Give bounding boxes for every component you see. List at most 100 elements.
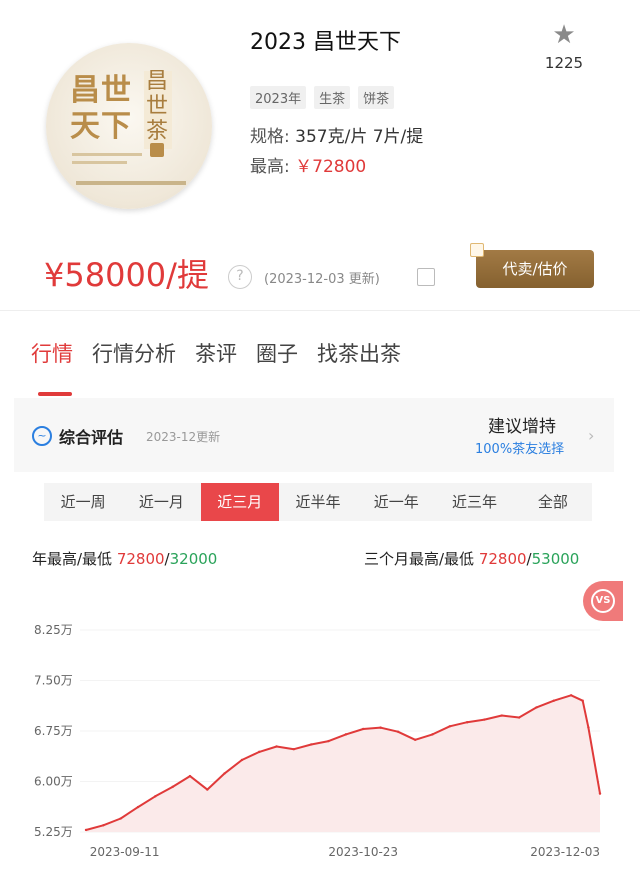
year-high-low: 年最高/最低 72800/32000 (32, 548, 217, 569)
active-tab-indicator (38, 392, 72, 396)
price-point (344, 733, 348, 736)
x-tick-label: 2023-12-03 (530, 845, 600, 859)
range-1-month[interactable]: 近一月 (122, 483, 200, 521)
trend-icon: ~ (32, 426, 52, 446)
price-point (552, 699, 555, 702)
range-all[interactable]: 全部 (514, 483, 592, 521)
price-point (517, 716, 521, 719)
y-tick-label: 6.75万 (34, 724, 73, 738)
star-icon: ★ (552, 20, 576, 50)
y-tick-label: 5.25万 (34, 825, 73, 839)
price-point (154, 795, 157, 798)
evaluation-advice-sub: 100%茶友选择 (475, 442, 565, 457)
price-point (292, 747, 296, 751)
divider (0, 310, 640, 311)
product-image-footer (76, 181, 186, 185)
price-point (310, 743, 313, 746)
price-point (448, 725, 452, 728)
tag-form: 饼茶 (358, 86, 395, 109)
current-price: ¥58000/提 (44, 256, 209, 294)
price-point (581, 699, 584, 702)
spec-label: 规格: (250, 127, 296, 147)
evaluation-label: 综合评估 (59, 428, 124, 447)
evaluation-date: 2023-12更新 (146, 430, 221, 444)
price-point (188, 774, 192, 778)
year-high: 72800 (116, 550, 165, 568)
tab-tea-review[interactable]: 茶评 (195, 338, 237, 368)
three-month-label: 三个月最高/最低 (364, 550, 479, 568)
price-point (465, 721, 469, 724)
product-title: 2023 昌世天下 (250, 30, 401, 55)
price-point (396, 730, 400, 733)
price-point (587, 726, 590, 729)
three-month-high: 72800 (478, 550, 527, 568)
tab-market[interactable]: 行情 (31, 338, 73, 368)
product-tags: 2023年 生茶 饼茶 (250, 86, 395, 109)
price-point (413, 738, 417, 741)
price-point (483, 718, 486, 721)
x-tick-label: 2023-09-11 (90, 845, 160, 859)
price-point (258, 750, 261, 754)
product-image-line (72, 153, 142, 156)
x-tick-label: 2023-10-23 (328, 845, 398, 859)
price-chart: 8.25万 7.50万 6.75万 6.00万 5.25万 2023-09-11 2023… (34, 623, 602, 859)
tab-circle[interactable]: 圈子 (256, 338, 298, 368)
price-point (362, 727, 365, 731)
product-image-side-text: 昌世茶 (146, 69, 169, 144)
max-label: 最高: (250, 157, 296, 177)
overall-evaluation-bar[interactable]: ~ 综合评估 2023-12更新 建议增持 100%茶友选择 › (14, 398, 614, 472)
favorite-button[interactable]: ★ 1225 (540, 20, 588, 72)
y-tick-label: 6.00万 (34, 775, 73, 789)
sell-appraise-label: 代卖/估价 (502, 260, 568, 278)
product-spec: 规格: 357克/片 7片/提 (250, 122, 423, 147)
spec-value: 357克/片 7片/提 (295, 127, 424, 147)
sell-appraise-button[interactable]: 代卖/估价 (470, 243, 594, 288)
price-point (535, 706, 538, 709)
price-point (431, 733, 434, 736)
product-max-price: 最高: ￥72800 (250, 152, 366, 177)
favorite-count: 1225 (544, 54, 584, 72)
price-point (379, 726, 382, 729)
y-tick-label: 7.50万 (34, 674, 73, 688)
tab-market-analysis[interactable]: 行情分析 (92, 338, 176, 368)
price-point (327, 739, 330, 743)
price-point (171, 785, 174, 789)
price-point (206, 788, 209, 791)
chevron-right-icon: › (588, 426, 595, 445)
tab-find-tea[interactable]: 找茶出茶 (317, 338, 401, 368)
question-icon[interactable]: ? (228, 265, 252, 289)
y-tick-label: 8.25万 (34, 623, 73, 637)
evaluation-advice: 建议增持 (488, 417, 556, 437)
price-point (569, 694, 573, 697)
bag-icon (470, 243, 484, 257)
range-1-week[interactable]: 近一周 (44, 483, 122, 521)
price-point (240, 758, 244, 762)
year-low: 32000 (169, 550, 218, 568)
range-3-years[interactable]: 近三年 (435, 483, 513, 521)
max-value: ￥72800 (295, 157, 367, 177)
range-1-year[interactable]: 近一年 (357, 483, 435, 521)
price-point (102, 824, 105, 827)
three-month-low: 53000 (531, 550, 580, 568)
product-image-line (72, 161, 127, 164)
tab-bar: 行情 行情分析 茶评 圈子 找茶出茶 (0, 338, 640, 368)
time-range-selector: 近一周 近一月 近三月 近半年 近一年 近三年 全部 (44, 483, 592, 521)
price-updated-time: (2023-12-03 更新) (264, 272, 380, 287)
price-point (275, 745, 278, 748)
tag-type: 生茶 (314, 86, 351, 109)
three-month-high-low: 三个月最高/最低 72800/53000 (364, 548, 579, 569)
product-image[interactable]: 昌世天下 昌世茶 (46, 43, 212, 209)
price-point (598, 792, 602, 795)
year-high-low-label: 年最高/最低 (32, 550, 117, 568)
price-point (136, 805, 140, 809)
tag-year: 2023年 (250, 86, 307, 109)
price-point (119, 817, 122, 820)
range-6-months[interactable]: 近半年 (279, 483, 357, 521)
price-point (223, 772, 226, 775)
price-point (500, 714, 504, 717)
product-image-stamp (150, 143, 164, 157)
price-point (84, 828, 88, 832)
product-image-calligraphy: 昌世天下 (70, 73, 132, 144)
edit-icon[interactable] (417, 268, 435, 286)
range-3-months[interactable]: 近三月 (200, 483, 279, 521)
